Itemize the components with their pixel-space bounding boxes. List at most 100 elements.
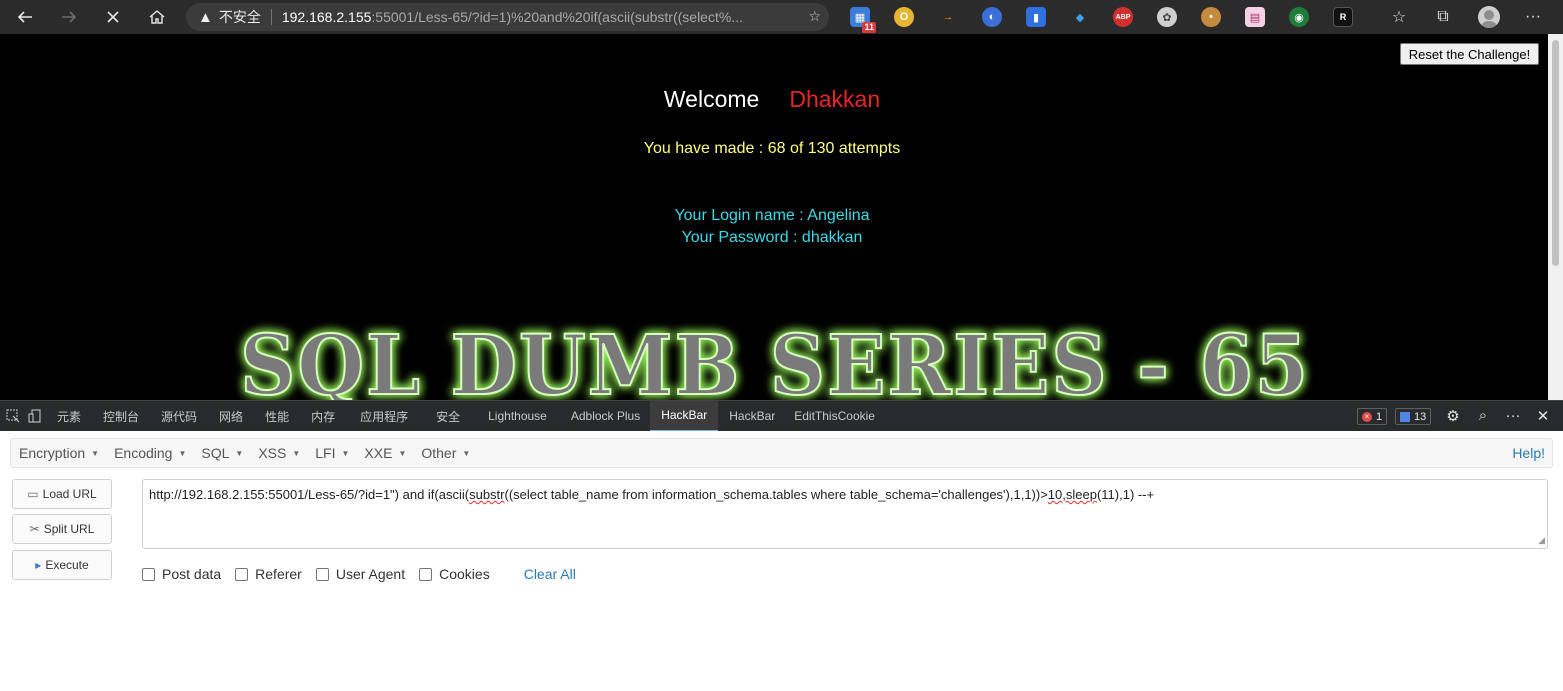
extension-icon-11[interactable]: ◉ xyxy=(1289,7,1309,27)
devtools-tab-hackbar-2[interactable]: HackBar xyxy=(718,401,786,432)
cookie-icon[interactable]: • xyxy=(1201,7,1221,27)
menu-other[interactable]: Other ▼ xyxy=(413,445,477,461)
security-label[interactable]: 不安全 xyxy=(219,7,261,27)
page-viewport: Reset the Challenge! Welcome Dhakkan You … xyxy=(0,34,1548,400)
devtools-tab-console[interactable]: 控制台 xyxy=(92,401,150,432)
star-icon: ☆ xyxy=(1391,9,1407,26)
devtools-tab-hackbar[interactable]: HackBar xyxy=(650,400,719,432)
address-bar[interactable]: ▲ 不安全 192.168.2.155:55001/Less-65/?id=1)… xyxy=(186,3,829,31)
stop-button[interactable] xyxy=(91,0,135,34)
extension-badge: 11 xyxy=(862,22,876,33)
caret-down-icon: ▼ xyxy=(462,448,471,458)
devtools-tab-sources[interactable]: 源代码 xyxy=(150,401,208,432)
menu-label: Encoding xyxy=(114,445,173,461)
device-toolbar-button[interactable] xyxy=(24,401,46,432)
url-text-part1: http://192.168.2.155:55001/Less-65/?id=1… xyxy=(149,487,470,502)
split-url-button[interactable]: ✂ Split URL xyxy=(12,514,112,544)
caret-down-icon: ▼ xyxy=(398,448,407,458)
devtools-tab-application[interactable]: 应用程序 xyxy=(346,401,422,432)
add-favorite-icon[interactable]: ☆ xyxy=(808,8,821,25)
browser-toolbar: ▲ 不安全 192.168.2.155:55001/Less-65/?id=1)… xyxy=(0,0,1563,34)
menu-lfi[interactable]: LFI ▼ xyxy=(307,445,356,461)
menu-label: XXE xyxy=(364,445,393,461)
extension-icon-12[interactable]: R xyxy=(1333,7,1353,27)
message-icon xyxy=(1400,411,1410,422)
resize-handle-icon[interactable]: ◢ xyxy=(1538,535,1545,546)
caret-down-icon: ▼ xyxy=(235,448,244,458)
cookies-label: Cookies xyxy=(439,566,490,582)
inspect-element-button[interactable] xyxy=(2,401,24,432)
scrollbar-thumb[interactable] xyxy=(1552,40,1559,266)
login-name-text: Your Login name : Angelina xyxy=(674,207,870,224)
menu-encryption[interactable]: Encryption ▼ xyxy=(11,445,106,461)
gear-icon: ⚙ xyxy=(1446,407,1460,425)
extension-icon-5[interactable]: ▮ xyxy=(1026,7,1046,27)
url-textarea[interactable]: http://192.168.2.155:55001/Less-65/?id=1… xyxy=(142,479,1548,549)
arrow-left-icon xyxy=(17,11,32,23)
home-icon xyxy=(149,10,165,24)
cookies-checkbox[interactable] xyxy=(419,567,433,581)
extension-icon-10[interactable]: ▤ xyxy=(1245,7,1265,27)
extension-icon-3[interactable]: → xyxy=(938,7,958,27)
devtools-tab-elements[interactable]: 元素 xyxy=(46,401,92,432)
menu-encoding[interactable]: Encoding ▼ xyxy=(106,445,193,461)
user-agent-option[interactable]: User Agent xyxy=(315,566,406,582)
extension-icon-6[interactable]: ◆ xyxy=(1070,7,1090,27)
menu-xss[interactable]: XSS ▼ xyxy=(250,445,307,461)
user-agent-checkbox[interactable] xyxy=(315,567,329,581)
extension-icon-1[interactable]: ▦ 11 xyxy=(850,7,876,33)
device-icon xyxy=(28,409,41,423)
menu-label: Other xyxy=(421,445,457,461)
extension-icon-4[interactable]: ◐ xyxy=(982,7,1002,27)
message-count-badge[interactable]: 13 xyxy=(1395,408,1432,425)
adblock-icon[interactable]: ABP xyxy=(1113,7,1133,27)
extension-icon-8[interactable]: ✿ xyxy=(1157,7,1177,27)
back-button[interactable] xyxy=(3,0,47,34)
execute-button[interactable]: ▸ Execute xyxy=(12,550,112,580)
split-url-label: Split URL xyxy=(43,522,95,536)
clear-all-link[interactable]: Clear All xyxy=(524,566,576,582)
referer-checkbox[interactable] xyxy=(235,567,249,581)
referer-label: Referer xyxy=(255,566,302,582)
load-icon: ▭ xyxy=(27,487,39,501)
devtools-tab-performance[interactable]: 性能 xyxy=(254,401,300,432)
more-icon: ··· xyxy=(1505,407,1521,424)
load-url-button[interactable]: ▭ Load URL xyxy=(12,479,112,509)
error-count: 1 xyxy=(1376,410,1383,423)
message-count: 13 xyxy=(1414,410,1427,423)
help-link[interactable]: Help! xyxy=(1512,445,1545,461)
referer-option[interactable]: Referer xyxy=(235,566,302,582)
error-count-badge[interactable]: × 1 xyxy=(1357,408,1388,425)
inspect-icon xyxy=(6,409,20,423)
home-button[interactable] xyxy=(135,0,179,34)
forward-button[interactable] xyxy=(47,0,91,34)
page-scrollbar[interactable] xyxy=(1548,34,1563,400)
menu-xxe[interactable]: XXE ▼ xyxy=(356,445,413,461)
post-data-checkbox[interactable] xyxy=(142,567,155,581)
series-banner: SQL DUMB SERIES - 65 xyxy=(239,317,1309,400)
devtools-tab-lighthouse[interactable]: Lighthouse xyxy=(474,401,561,432)
user-agent-label: User Agent xyxy=(335,566,406,582)
profile-button[interactable] xyxy=(1469,0,1509,34)
devtools-close-button[interactable]: ✕ xyxy=(1529,400,1557,431)
menu-sql[interactable]: SQL ▼ xyxy=(193,445,250,461)
devtools-settings-button[interactable]: ⚙ xyxy=(1439,400,1467,431)
collections-button[interactable]: ⧉ xyxy=(1423,0,1463,34)
post-data-option[interactable]: Post data xyxy=(142,566,221,582)
devtools-tab-security[interactable]: 安全 xyxy=(422,401,474,432)
reset-challenge-button[interactable]: Reset the Challenge! xyxy=(1400,43,1539,65)
favorites-button[interactable]: ☆ xyxy=(1379,0,1419,34)
devtools-tab-memory[interactable]: 内存 xyxy=(300,401,346,432)
cookies-option[interactable]: Cookies xyxy=(419,566,490,582)
close-icon xyxy=(107,11,119,23)
menu-label: XSS xyxy=(258,445,287,461)
devtools-more-button[interactable]: ··· xyxy=(1499,400,1527,431)
devtools-tab-network[interactable]: 网络 xyxy=(208,401,254,432)
extension-icon-2[interactable]: O xyxy=(894,7,914,27)
devtools-feedback-button[interactable]: ⌕ xyxy=(1469,400,1497,431)
more-menu-button[interactable]: ··· xyxy=(1513,0,1553,34)
feedback-icon: ⌕ xyxy=(1478,407,1488,424)
hackbar-menu: Encryption ▼ Encoding ▼ SQL ▼ XSS ▼ LFI ▼ XXE… xyxy=(10,438,1553,468)
devtools-tab-editthiscookie[interactable]: EditThisCookie xyxy=(786,401,883,432)
devtools-tab-adblock[interactable]: Adblock Plus xyxy=(561,401,650,432)
